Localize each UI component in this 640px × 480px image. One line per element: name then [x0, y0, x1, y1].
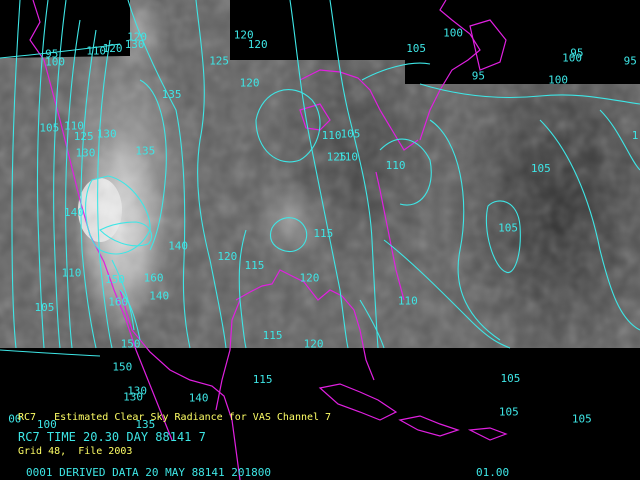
frame-counter: 01.00	[476, 466, 510, 479]
contour-label-56: 105	[501, 372, 521, 385]
time-stamp-line: RC7 TIME 20.30 DAY 88141 7	[18, 430, 206, 444]
contour-label-22: 160	[144, 272, 164, 285]
contour-label-11: 105	[39, 122, 59, 135]
contour-label-17: 140	[64, 206, 84, 219]
contour-label-57: 105	[499, 405, 519, 418]
contour-label-48: 115	[313, 227, 333, 240]
contour-label-54: 105	[531, 162, 551, 175]
contour-label-3: 120	[103, 42, 123, 55]
contour-label-50: 115	[263, 329, 283, 342]
contour-label-25: 115	[245, 259, 265, 272]
radiance-map: 95100110120120130120120125135120105 11012…	[0, 0, 640, 480]
contour-label-46: 125	[327, 151, 347, 164]
contour-label-27: 150	[121, 338, 141, 351]
contour-label-19: 110	[62, 267, 82, 280]
contour-label-36: 95	[472, 69, 485, 82]
contour-label-8: 125	[209, 55, 229, 68]
contour-label-9: 135	[162, 88, 182, 101]
contour-label-14: 130	[97, 128, 117, 141]
contour-label-15: 130	[76, 147, 96, 160]
contour-label-41: 95	[624, 55, 637, 68]
contour-label-26: 160	[108, 296, 128, 309]
contour-label-31: 140	[189, 392, 209, 405]
contour-label-13: 125	[74, 130, 94, 143]
contour-label-16: 135	[135, 144, 155, 157]
satellite-display: 95 100 110 120 120 130 120 120 125 135 120 105 110 12…	[0, 0, 640, 480]
contour-label-24: 120	[217, 250, 237, 263]
grid-file-line: Grid 48, File 2003	[18, 446, 133, 457]
contour-label-47: 110	[386, 159, 406, 172]
contour-label-52: 115	[253, 373, 273, 386]
contour-label-51: 120	[304, 338, 324, 351]
contour-label-10: 120	[240, 77, 260, 90]
contour-label-45: 105	[341, 128, 361, 141]
contour-label-43: 110	[322, 129, 342, 142]
contour-label-35: 105	[406, 42, 426, 55]
contour-label-5: 130	[125, 38, 145, 51]
status-footer: 0001 DERIVED DATA 20 MAY 88141 201800	[26, 466, 272, 479]
contour-label-7: 120	[248, 38, 268, 51]
product-title: RC7 Estimated Clear Sky Radiance for VAS…	[18, 412, 332, 423]
contour-label-28: 150	[112, 360, 132, 373]
contour-label-42: 1	[632, 129, 639, 142]
contour-label-20: 105	[35, 301, 55, 314]
contour-label-40: 95	[570, 46, 583, 59]
contour-label-58: 105	[572, 413, 592, 426]
contour-label-30: 130	[123, 391, 143, 404]
contour-label-39: 100	[548, 74, 568, 87]
contour-label-49: 120	[300, 272, 320, 285]
contour-label-53: 110	[398, 295, 418, 308]
contour-label-37: 100	[443, 27, 463, 40]
contour-label-21: 150	[105, 273, 125, 286]
contour-label-23: 140	[149, 290, 169, 303]
contour-label-1: 100	[45, 56, 65, 69]
contour-label-18: 140	[168, 239, 188, 252]
contour-label-55: 105	[498, 222, 518, 235]
